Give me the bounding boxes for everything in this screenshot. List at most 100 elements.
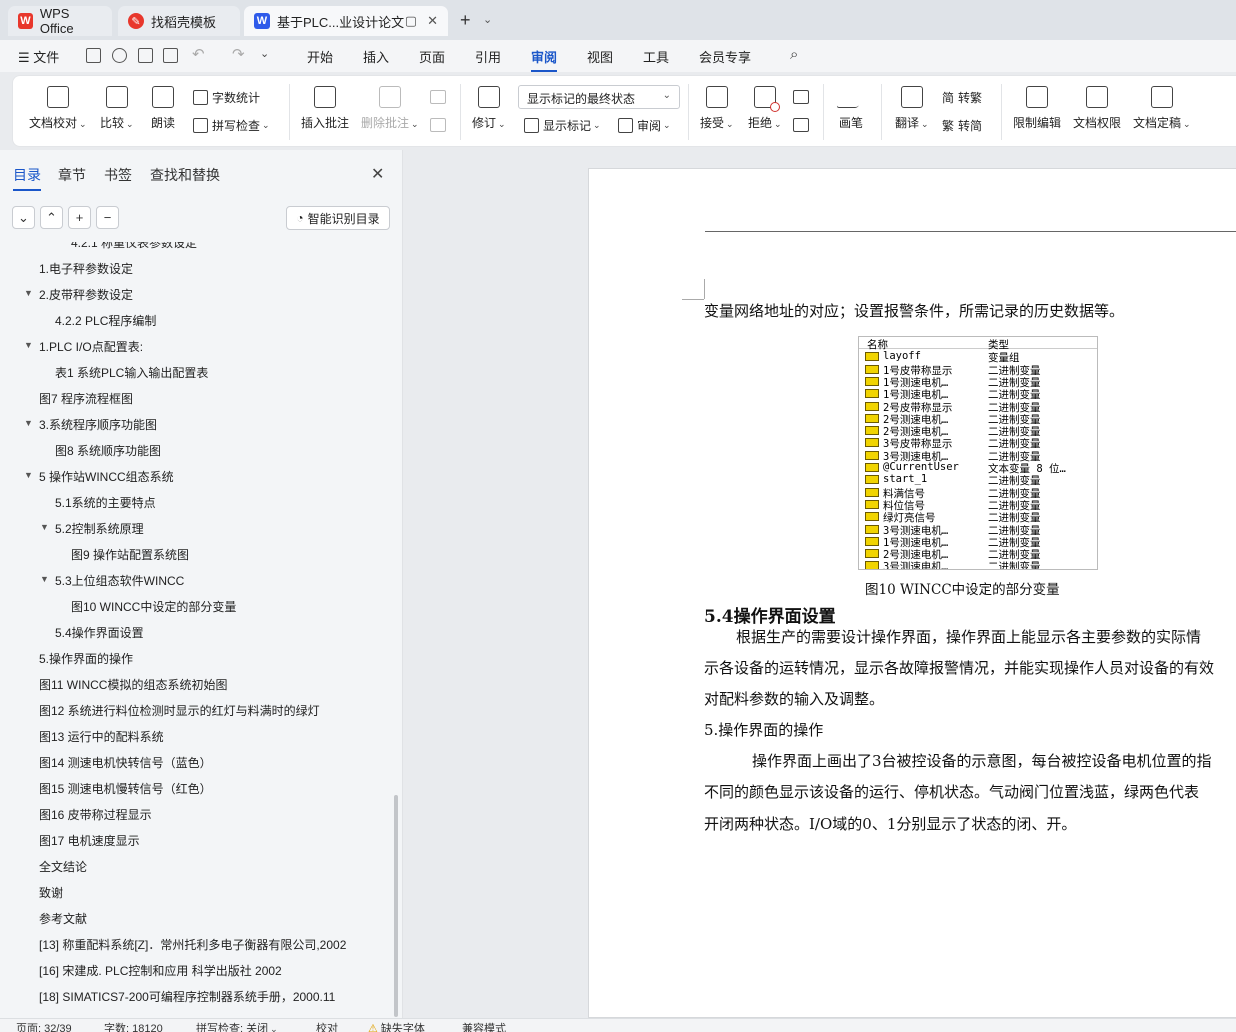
menu-view[interactable]: 视图 bbox=[587, 47, 613, 66]
toc-item[interactable]: 全文结论 bbox=[39, 858, 87, 875]
doc-permission-button[interactable]: 文档权限 bbox=[1073, 86, 1121, 131]
next-change-icon[interactable] bbox=[793, 118, 809, 132]
toc-item[interactable]: 图13 运行中的配料系统 bbox=[39, 728, 164, 745]
next-comment-icon[interactable] bbox=[430, 118, 446, 132]
to-simplified-button[interactable]: 繁 转简 bbox=[942, 117, 982, 134]
toc-item[interactable]: 图14 测速电机快转信号（蓝色） bbox=[39, 754, 212, 771]
toc-item[interactable]: 5.3上位组态软件WINCC bbox=[55, 572, 184, 589]
smart-toc-button[interactable]: ◔ 智能识别目录 bbox=[286, 206, 390, 230]
missing-font-status[interactable]: ⚠ 缺失字体 bbox=[368, 1020, 425, 1032]
tab-docer[interactable]: ✎ 找稻壳模板 bbox=[118, 6, 240, 36]
close-icon[interactable]: ✕ bbox=[371, 164, 384, 184]
restore-window-icon[interactable]: ▢ bbox=[405, 13, 417, 29]
doc-finalize-button[interactable]: 文档定稿 ⌄ bbox=[1133, 86, 1191, 131]
link-icon[interactable] bbox=[112, 48, 127, 63]
collapse-toggle-icon[interactable]: ▼ bbox=[24, 340, 33, 350]
collapse-toggle-icon[interactable]: ▼ bbox=[24, 418, 33, 428]
menu-page[interactable]: 页面 bbox=[419, 47, 445, 66]
toc-scrollbar[interactable] bbox=[394, 795, 398, 1017]
print-icon[interactable] bbox=[138, 48, 153, 63]
restrict-edit-button[interactable]: 限制编辑 bbox=[1013, 86, 1061, 131]
toc-item[interactable]: 4.2.2 PLC程序编制 bbox=[55, 312, 156, 329]
collapse-toggle-icon[interactable]: ▼ bbox=[40, 574, 49, 584]
delete-comment-button[interactable]: 删除批注 ⌄ bbox=[361, 86, 419, 131]
pen-button[interactable]: 画笔 bbox=[835, 86, 867, 131]
word-count-status[interactable]: 字数: 18120 bbox=[104, 1020, 163, 1032]
menu-references[interactable]: 引用 bbox=[475, 47, 501, 66]
previous-change-icon[interactable] bbox=[793, 90, 809, 104]
toc-item[interactable]: 表1 系统PLC输入输出配置表 bbox=[55, 364, 208, 381]
show-markup-button[interactable]: 显示标记 ⌄ bbox=[524, 117, 601, 134]
save-icon[interactable] bbox=[86, 48, 101, 63]
tab-chapters[interactable]: 章节 bbox=[58, 165, 86, 185]
tab-wps-office[interactable]: W WPS Office bbox=[8, 6, 112, 36]
toc-item[interactable]: 图8 系统顺序功能图 bbox=[55, 442, 161, 459]
toc-item[interactable]: 图10 WINCC中设定的部分变量 bbox=[71, 598, 236, 615]
toc-item[interactable]: 5.4操作界面设置 bbox=[55, 624, 144, 641]
chevron-down-icon[interactable]: ⌄ bbox=[260, 47, 269, 60]
to-traditional-button[interactable]: 简 转繁 bbox=[942, 89, 982, 106]
toc-item[interactable]: 参考文献 bbox=[39, 910, 87, 927]
remove-heading-icon[interactable]: − bbox=[96, 206, 119, 229]
toc-item[interactable]: 5.1系统的主要特点 bbox=[55, 494, 156, 511]
proof-status[interactable]: 校对 bbox=[316, 1020, 338, 1032]
add-heading-icon[interactable]: + bbox=[68, 206, 91, 229]
toc-item[interactable]: 1.电子秤参数设定 bbox=[39, 260, 133, 277]
tab-bookmarks[interactable]: 书签 bbox=[104, 165, 132, 185]
reject-button[interactable]: 拒绝 ⌄ bbox=[748, 86, 782, 131]
collapse-toggle-icon[interactable]: ▼ bbox=[24, 470, 33, 480]
toc-item[interactable]: [13] 称重配料系统[Z]．常州托利多电子衡器有限公司,2002 bbox=[39, 936, 346, 953]
spell-check-status[interactable]: 拼写检查: 关闭 ⌄ bbox=[196, 1020, 278, 1032]
toc-item[interactable]: 5.2控制系统原理 bbox=[55, 520, 144, 537]
search-icon[interactable]: ⌕ bbox=[790, 46, 798, 63]
page-indicator[interactable]: 页面: 32/39 bbox=[16, 1020, 72, 1032]
toc-item[interactable]: 5.操作界面的操作 bbox=[39, 650, 133, 667]
collapse-up-icon[interactable]: ⌃ bbox=[40, 206, 63, 229]
tab-toc[interactable]: 目录 bbox=[13, 165, 41, 191]
redo-icon[interactable]: ↷ bbox=[232, 45, 245, 63]
close-icon[interactable]: ✕ bbox=[427, 13, 438, 29]
previous-comment-icon[interactable] bbox=[430, 90, 446, 104]
accept-button[interactable]: 接受 ⌄ bbox=[700, 86, 734, 131]
tab-document[interactable]: W 基于PLC...业设计论文 ▢ ✕ bbox=[244, 6, 448, 36]
new-tab-plus-icon[interactable]: + bbox=[460, 10, 471, 31]
track-changes-button[interactable]: 修订 ⌄ bbox=[472, 86, 506, 131]
toc-item[interactable]: 4.2.1 称重仪表参数设定 bbox=[71, 242, 197, 251]
compare-button[interactable]: 比较 ⌄ bbox=[100, 86, 134, 131]
toc-item[interactable]: 图9 操作站配置系统图 bbox=[71, 546, 189, 563]
doc-check-button[interactable]: 文档校对 ⌄ bbox=[29, 86, 87, 131]
toc-item[interactable]: 5 操作站WINCC组态系统 bbox=[39, 468, 174, 485]
undo-icon[interactable]: ↶ bbox=[192, 45, 205, 63]
toc-item[interactable]: 1.PLC I/O点配置表: bbox=[39, 338, 143, 355]
menu-insert[interactable]: 插入 bbox=[363, 47, 389, 66]
menu-home[interactable]: 开始 bbox=[307, 47, 333, 66]
word-count-button[interactable]: 字数统计 bbox=[193, 89, 260, 106]
markup-display-select[interactable]: 显示标记的最终状态 ⌄ bbox=[518, 85, 680, 109]
toc-item[interactable]: 图12 系统进行料位检测时显示的红灯与料满时的绿灯 bbox=[39, 702, 320, 719]
toc-item[interactable]: 2.皮带秤参数设定 bbox=[39, 286, 133, 303]
spell-check-button[interactable]: 拼写检查 ⌄ bbox=[193, 117, 270, 134]
expand-down-icon[interactable]: ⌄ bbox=[12, 206, 35, 229]
translate-button[interactable]: 翻译 ⌄ bbox=[895, 86, 929, 131]
toc-item[interactable]: 图7 程序流程框图 bbox=[39, 390, 133, 407]
toc-item[interactable]: 图17 电机速度显示 bbox=[39, 832, 140, 849]
toc-item[interactable]: 图11 WINCC模拟的组态系统初始图 bbox=[39, 676, 227, 693]
toc-item[interactable]: [16] 宋建成. PLC控制和应用 科学出版社 2002 bbox=[39, 962, 282, 979]
toc-item[interactable]: 图15 测速电机慢转信号（红色） bbox=[39, 780, 212, 797]
toc-item[interactable]: 图16 皮带称过程显示 bbox=[39, 806, 152, 823]
tab-find-replace[interactable]: 查找和替换 bbox=[150, 165, 220, 185]
toc-item[interactable]: 3.系统程序顺序功能图 bbox=[39, 416, 157, 433]
insert-comment-button[interactable]: 插入批注 bbox=[301, 86, 349, 131]
print-preview-icon[interactable] bbox=[163, 48, 178, 63]
review-pane-button[interactable]: 审阅 ⌄ bbox=[618, 117, 671, 134]
menu-tools[interactable]: 工具 bbox=[643, 47, 669, 66]
menu-review[interactable]: 审阅 bbox=[531, 47, 558, 72]
toc-item[interactable]: [18] SIMATICS7-200可编程序控制器系统手册，2000.11 bbox=[39, 988, 335, 1005]
toc-item[interactable]: 致谢 bbox=[39, 884, 63, 901]
collapse-toggle-icon[interactable]: ▼ bbox=[24, 288, 33, 298]
menu-file[interactable]: ☰ 文件 bbox=[18, 47, 59, 66]
menu-member[interactable]: 会员专享 bbox=[699, 47, 751, 66]
chevron-down-icon[interactable]: ⌄ bbox=[483, 13, 492, 26]
read-aloud-button[interactable]: 朗读 bbox=[151, 86, 175, 131]
collapse-toggle-icon[interactable]: ▼ bbox=[40, 522, 49, 532]
